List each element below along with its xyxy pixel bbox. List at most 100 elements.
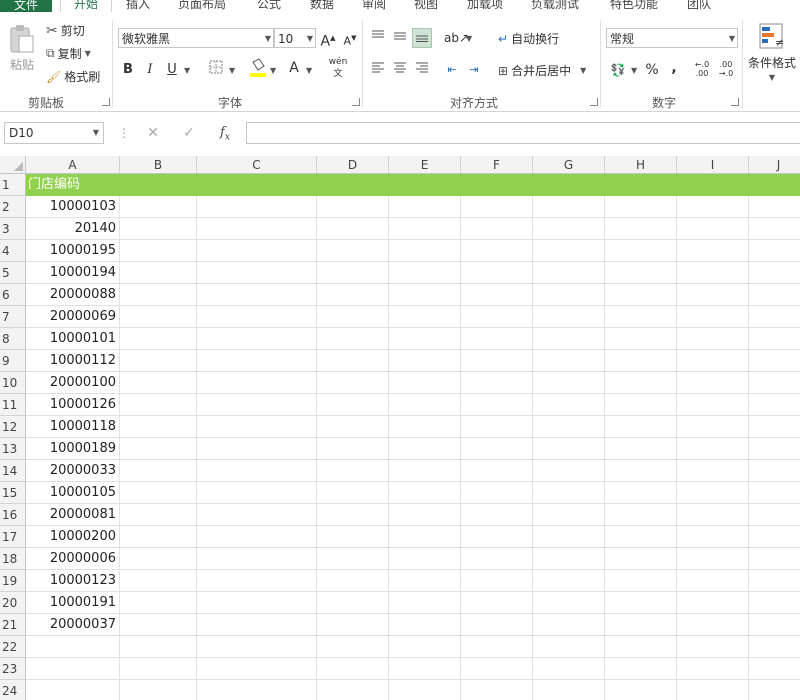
table-cell[interactable]: [26, 680, 120, 700]
table-cell[interactable]: [677, 460, 749, 482]
table-cell[interactable]: [605, 504, 677, 526]
table-cell[interactable]: [461, 240, 533, 262]
table-cell[interactable]: [677, 570, 749, 592]
table-cell[interactable]: [461, 394, 533, 416]
clipboard-launcher-icon[interactable]: [102, 98, 110, 106]
table-cell[interactable]: [749, 394, 800, 416]
table-cell[interactable]: [197, 196, 317, 218]
table-cell[interactable]: [605, 306, 677, 328]
row-header[interactable]: 11: [0, 394, 26, 416]
table-cell[interactable]: [389, 658, 461, 680]
table-cell[interactable]: [461, 460, 533, 482]
table-cell[interactable]: [677, 284, 749, 306]
table-cell[interactable]: [120, 680, 197, 700]
table-cell[interactable]: [533, 262, 605, 284]
table-cell[interactable]: [317, 636, 389, 658]
table-cell[interactable]: [461, 680, 533, 700]
table-cell[interactable]: [120, 636, 197, 658]
table-cell[interactable]: [749, 680, 800, 700]
table-cell[interactable]: [749, 570, 800, 592]
column-header-a[interactable]: A: [26, 156, 120, 174]
column-header-j[interactable]: J: [749, 156, 800, 174]
table-cell[interactable]: [461, 614, 533, 636]
accounting-format-button[interactable]: 💱: [608, 60, 628, 80]
table-cell[interactable]: [26, 636, 120, 658]
table-cell[interactable]: [677, 394, 749, 416]
table-cell[interactable]: [749, 416, 800, 438]
table-cell[interactable]: [197, 460, 317, 482]
table-cell[interactable]: [749, 482, 800, 504]
table-cell[interactable]: [120, 526, 197, 548]
table-cell[interactable]: [749, 218, 800, 240]
table-cell[interactable]: [317, 680, 389, 700]
table-cell[interactable]: 10000112: [26, 350, 120, 372]
table-cell[interactable]: [317, 350, 389, 372]
table-cell[interactable]: [533, 196, 605, 218]
table-cell[interactable]: [605, 680, 677, 700]
row-header[interactable]: 18: [0, 548, 26, 570]
table-cell[interactable]: [749, 504, 800, 526]
column-header-i[interactable]: I: [677, 156, 749, 174]
table-cell[interactable]: [197, 438, 317, 460]
table-cell[interactable]: 10000123: [26, 570, 120, 592]
row-header[interactable]: 16: [0, 504, 26, 526]
table-cell[interactable]: [317, 240, 389, 262]
table-cell[interactable]: 20000100: [26, 372, 120, 394]
table-cell[interactable]: 20000006: [26, 548, 120, 570]
table-cell[interactable]: [389, 394, 461, 416]
table-cell[interactable]: [197, 394, 317, 416]
table-cell[interactable]: [317, 658, 389, 680]
table-cell[interactable]: [605, 284, 677, 306]
table-cell[interactable]: [749, 196, 800, 218]
table-cell[interactable]: [461, 438, 533, 460]
table-cell[interactable]: [533, 240, 605, 262]
table-cell[interactable]: [605, 196, 677, 218]
row-header[interactable]: 10: [0, 372, 26, 394]
table-cell[interactable]: [677, 614, 749, 636]
percent-button[interactable]: %: [642, 60, 662, 80]
table-cell[interactable]: [461, 306, 533, 328]
table-cell[interactable]: [533, 438, 605, 460]
table-cell[interactable]: [749, 526, 800, 548]
table-cell[interactable]: [389, 680, 461, 700]
table-cell[interactable]: [677, 262, 749, 284]
table-cell[interactable]: [677, 328, 749, 350]
row-header[interactable]: 7: [0, 306, 26, 328]
table-cell[interactable]: [120, 460, 197, 482]
chevron-down-icon[interactable]: ▼: [270, 66, 276, 75]
table-cell[interactable]: [677, 372, 749, 394]
table-cell[interactable]: [533, 218, 605, 240]
table-cell[interactable]: [605, 636, 677, 658]
enter-icon[interactable]: ✓: [177, 122, 201, 144]
row-header[interactable]: 21: [0, 614, 26, 636]
chevron-down-icon[interactable]: ▼: [306, 66, 312, 75]
table-cell[interactable]: [197, 504, 317, 526]
table-cell[interactable]: [317, 504, 389, 526]
tab-file[interactable]: 文件: [0, 0, 52, 12]
conditional-formatting-button[interactable]: ≠ 条件格式 ▼: [748, 22, 796, 82]
table-cell[interactable]: [197, 350, 317, 372]
table-cell[interactable]: [120, 218, 197, 240]
chevron-down-icon[interactable]: ▼: [631, 66, 637, 75]
decrease-decimal-button[interactable]: .00 →.0: [716, 60, 736, 80]
table-cell[interactable]: [389, 460, 461, 482]
select-all-corner[interactable]: [0, 156, 26, 174]
table-cell[interactable]: [605, 262, 677, 284]
table-cell[interactable]: 10000103: [26, 196, 120, 218]
align-middle-button[interactable]: [390, 28, 410, 48]
table-cell[interactable]: [120, 592, 197, 614]
chevron-down-icon[interactable]: ▼: [466, 34, 472, 43]
align-right-button[interactable]: [412, 60, 432, 80]
table-cell[interactable]: [533, 416, 605, 438]
number-format-select[interactable]: 常规 ▼: [606, 28, 738, 48]
table-cell[interactable]: [461, 482, 533, 504]
table-cell[interactable]: [389, 548, 461, 570]
column-header-e[interactable]: E: [389, 156, 461, 174]
table-cell[interactable]: [317, 196, 389, 218]
table-cell[interactable]: [317, 328, 389, 350]
row-header[interactable]: 13: [0, 438, 26, 460]
table-cell[interactable]: [317, 460, 389, 482]
table-cell[interactable]: [461, 636, 533, 658]
align-top-button[interactable]: [368, 28, 388, 48]
table-cell[interactable]: [749, 658, 800, 680]
